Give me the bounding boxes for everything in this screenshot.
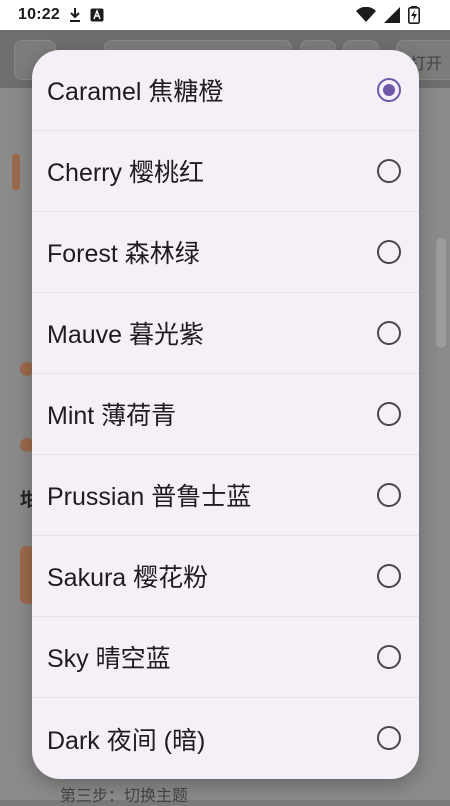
radio-button-selected[interactable] <box>377 78 401 102</box>
theme-option-label: Caramel 焦糖橙 <box>47 78 224 106</box>
status-time: 10:22 <box>18 6 60 23</box>
theme-option-prussian[interactable]: Prussian 普鲁士蓝 <box>32 455 419 536</box>
theme-option-mint[interactable]: Mint 薄荷青 <box>32 374 419 455</box>
theme-option-sky[interactable]: Sky 晴空蓝 <box>32 617 419 698</box>
status-bar: 10:22 <box>0 0 450 30</box>
theme-option-mauve[interactable]: Mauve 暮光紫 <box>32 293 419 374</box>
theme-option-label: Mauve 暮光紫 <box>47 321 204 349</box>
background-accent-bar <box>12 154 20 190</box>
battery-icon <box>408 6 420 29</box>
theme-option-sakura[interactable]: Sakura 樱花粉 <box>32 536 419 617</box>
theme-option-label: Dark 夜间 (暗) <box>47 726 206 755</box>
radio-button[interactable] <box>377 645 401 669</box>
theme-option-label: Forest 森林绿 <box>47 240 200 268</box>
theme-option-label: Sky 晴空蓝 <box>47 645 171 673</box>
radio-button[interactable] <box>377 483 401 507</box>
theme-picker-dialog: Caramel 焦糖橙 Cherry 樱桃红 Forest 森林绿 Mauve … <box>32 50 419 779</box>
download-icon <box>68 7 82 23</box>
theme-option-caramel[interactable]: Caramel 焦糖橙 <box>32 50 419 131</box>
app-notification-icon <box>90 8 104 22</box>
background-bottom-text: 第三步：切换主题 <box>60 788 189 805</box>
theme-option-label: Prussian 普鲁士蓝 <box>47 483 252 511</box>
background-scrollbar <box>436 238 446 348</box>
radio-button[interactable] <box>377 159 401 183</box>
theme-option-cherry[interactable]: Cherry 樱桃红 <box>32 131 419 212</box>
radio-button[interactable] <box>377 564 401 588</box>
radio-button[interactable] <box>377 240 401 264</box>
cell-signal-icon <box>384 7 400 28</box>
theme-option-forest[interactable]: Forest 森林绿 <box>32 212 419 293</box>
wifi-icon <box>356 6 376 28</box>
radio-button[interactable] <box>377 726 401 750</box>
theme-option-dark[interactable]: Dark 夜间 (暗) <box>32 698 419 779</box>
theme-option-label: Sakura 樱花粉 <box>47 564 209 592</box>
radio-button[interactable] <box>377 321 401 345</box>
theme-option-label: Mint 薄荷青 <box>47 402 177 430</box>
theme-option-label: Cherry 樱桃红 <box>47 159 204 187</box>
radio-button[interactable] <box>377 402 401 426</box>
